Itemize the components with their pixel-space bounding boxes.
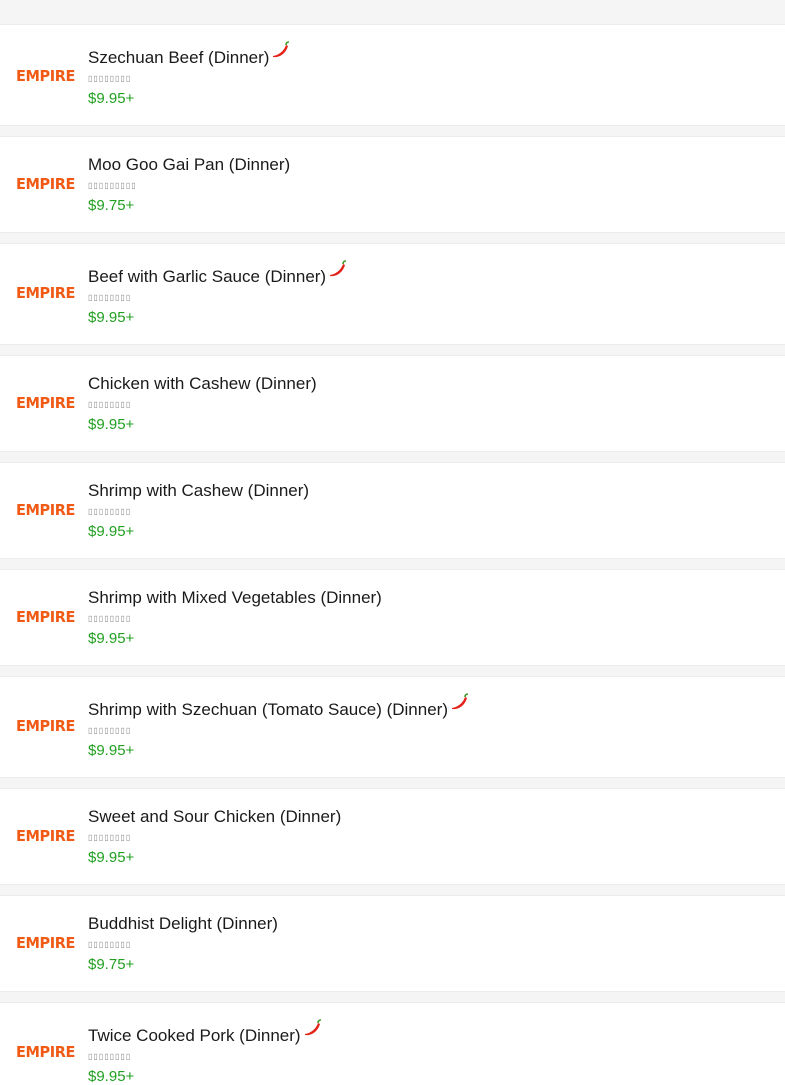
empire-logo: EMPIRE <box>16 828 76 846</box>
chili-pepper-icon <box>330 260 347 277</box>
menu-item[interactable]: EMPIRE Beef with Garlic Sauce (Dinner) ▯… <box>0 243 785 345</box>
item-name-row: Sweet and Sour Chicken (Dinner) <box>88 807 341 827</box>
chinese-name: ▯▯▯▯▯▯▯▯▯ <box>88 181 137 190</box>
item-name: Shrimp with Mixed Vegetables (Dinner) <box>88 588 382 607</box>
chinese-name: ▯▯▯▯▯▯▯▯ <box>88 74 132 83</box>
item-name: Moo Goo Gai Pan (Dinner) <box>88 155 291 174</box>
empire-logo: EMPIRE <box>16 1044 76 1062</box>
empire-logo: EMPIRE <box>16 68 76 86</box>
item-price: $9.95+ <box>88 630 135 647</box>
empire-logo: EMPIRE <box>16 718 76 736</box>
menu-item[interactable]: EMPIRE Chicken with Cashew (Dinner) ▯▯▯▯… <box>0 355 785 452</box>
chili-pepper-icon <box>304 1019 321 1036</box>
chili-pepper-icon <box>273 41 290 58</box>
empire-logo: EMPIRE <box>16 285 76 303</box>
menu-item[interactable]: EMPIRE Shrimp with Mixed Vegetables (Din… <box>0 569 785 666</box>
item-name: Szechuan Beef (Dinner) <box>88 48 270 67</box>
menu-item[interactable]: EMPIRE Szechuan Beef (Dinner) ▯▯▯▯▯▯▯▯ $… <box>0 24 785 126</box>
item-name-row: Shrimp with Szechuan (Tomato Sauce) (Din… <box>88 693 469 720</box>
empire-logo: EMPIRE <box>16 609 76 627</box>
item-price: $9.95+ <box>88 742 135 759</box>
chinese-name: ▯▯▯▯▯▯▯▯ <box>88 614 132 623</box>
item-price: $9.95+ <box>88 849 135 866</box>
empire-logo: EMPIRE <box>16 176 76 194</box>
menu-item[interactable]: EMPIRE Moo Goo Gai Pan (Dinner) ▯▯▯▯▯▯▯▯… <box>0 136 785 233</box>
chinese-name: ▯▯▯▯▯▯▯▯ <box>88 726 132 735</box>
menu-item[interactable]: EMPIRE Shrimp with Cashew (Dinner) ▯▯▯▯▯… <box>0 462 785 559</box>
item-name-row: Chicken with Cashew (Dinner) <box>88 374 317 394</box>
item-name: Twice Cooked Pork (Dinner) <box>88 1026 301 1045</box>
chinese-name: ▯▯▯▯▯▯▯▯ <box>88 1052 132 1061</box>
menu-item[interactable]: EMPIRE Shrimp with Szechuan (Tomato Sauc… <box>0 676 785 778</box>
chili-pepper-icon <box>451 693 469 710</box>
item-price: $9.95+ <box>88 1068 135 1085</box>
chinese-name: ▯▯▯▯▯▯▯▯ <box>88 400 132 409</box>
item-name: Shrimp with Cashew (Dinner) <box>88 481 310 500</box>
item-name-row: Shrimp with Mixed Vegetables (Dinner) <box>88 588 382 608</box>
empire-logo: EMPIRE <box>16 395 76 413</box>
menu-item[interactable]: EMPIRE Sweet and Sour Chicken (Dinner) ▯… <box>0 788 785 885</box>
item-name: Sweet and Sour Chicken (Dinner) <box>88 807 342 826</box>
item-price: $9.95+ <box>88 416 135 433</box>
item-price: $9.75+ <box>88 956 135 973</box>
item-name-row: Twice Cooked Pork (Dinner) <box>88 1019 322 1046</box>
chinese-name: ▯▯▯▯▯▯▯▯ <box>88 940 132 949</box>
item-name: Beef with Garlic Sauce (Dinner) <box>88 267 327 286</box>
chinese-name: ▯▯▯▯▯▯▯▯ <box>88 507 132 516</box>
menu-list: EMPIRE Szechuan Beef (Dinner) ▯▯▯▯▯▯▯▯ $… <box>0 0 785 1085</box>
item-name: Shrimp with Szechuan (Tomato Sauce) (Din… <box>88 700 448 719</box>
item-name: Chicken with Cashew (Dinner) <box>88 374 317 393</box>
chinese-name: ▯▯▯▯▯▯▯▯ <box>88 293 132 302</box>
item-price: $9.95+ <box>88 90 135 107</box>
item-name-row: Buddhist Delight (Dinner) <box>88 914 278 934</box>
item-price: $9.95+ <box>88 309 135 326</box>
item-name: Buddhist Delight (Dinner) <box>88 914 278 933</box>
item-name-row: Moo Goo Gai Pan (Dinner) <box>88 155 290 175</box>
item-name-row: Beef with Garlic Sauce (Dinner) <box>88 260 347 287</box>
empire-logo: EMPIRE <box>16 502 76 520</box>
menu-item[interactable]: EMPIRE Buddhist Delight (Dinner) ▯▯▯▯▯▯▯… <box>0 895 785 992</box>
item-price: $9.95+ <box>88 523 135 540</box>
item-name-row: Shrimp with Cashew (Dinner) <box>88 481 309 501</box>
item-price: $9.75+ <box>88 197 135 214</box>
empire-logo: EMPIRE <box>16 935 76 953</box>
chinese-name: ▯▯▯▯▯▯▯▯ <box>88 833 132 842</box>
item-name-row: Szechuan Beef (Dinner) <box>88 41 290 68</box>
menu-item[interactable]: EMPIRE Twice Cooked Pork (Dinner) ▯▯▯▯▯▯… <box>0 1002 785 1085</box>
